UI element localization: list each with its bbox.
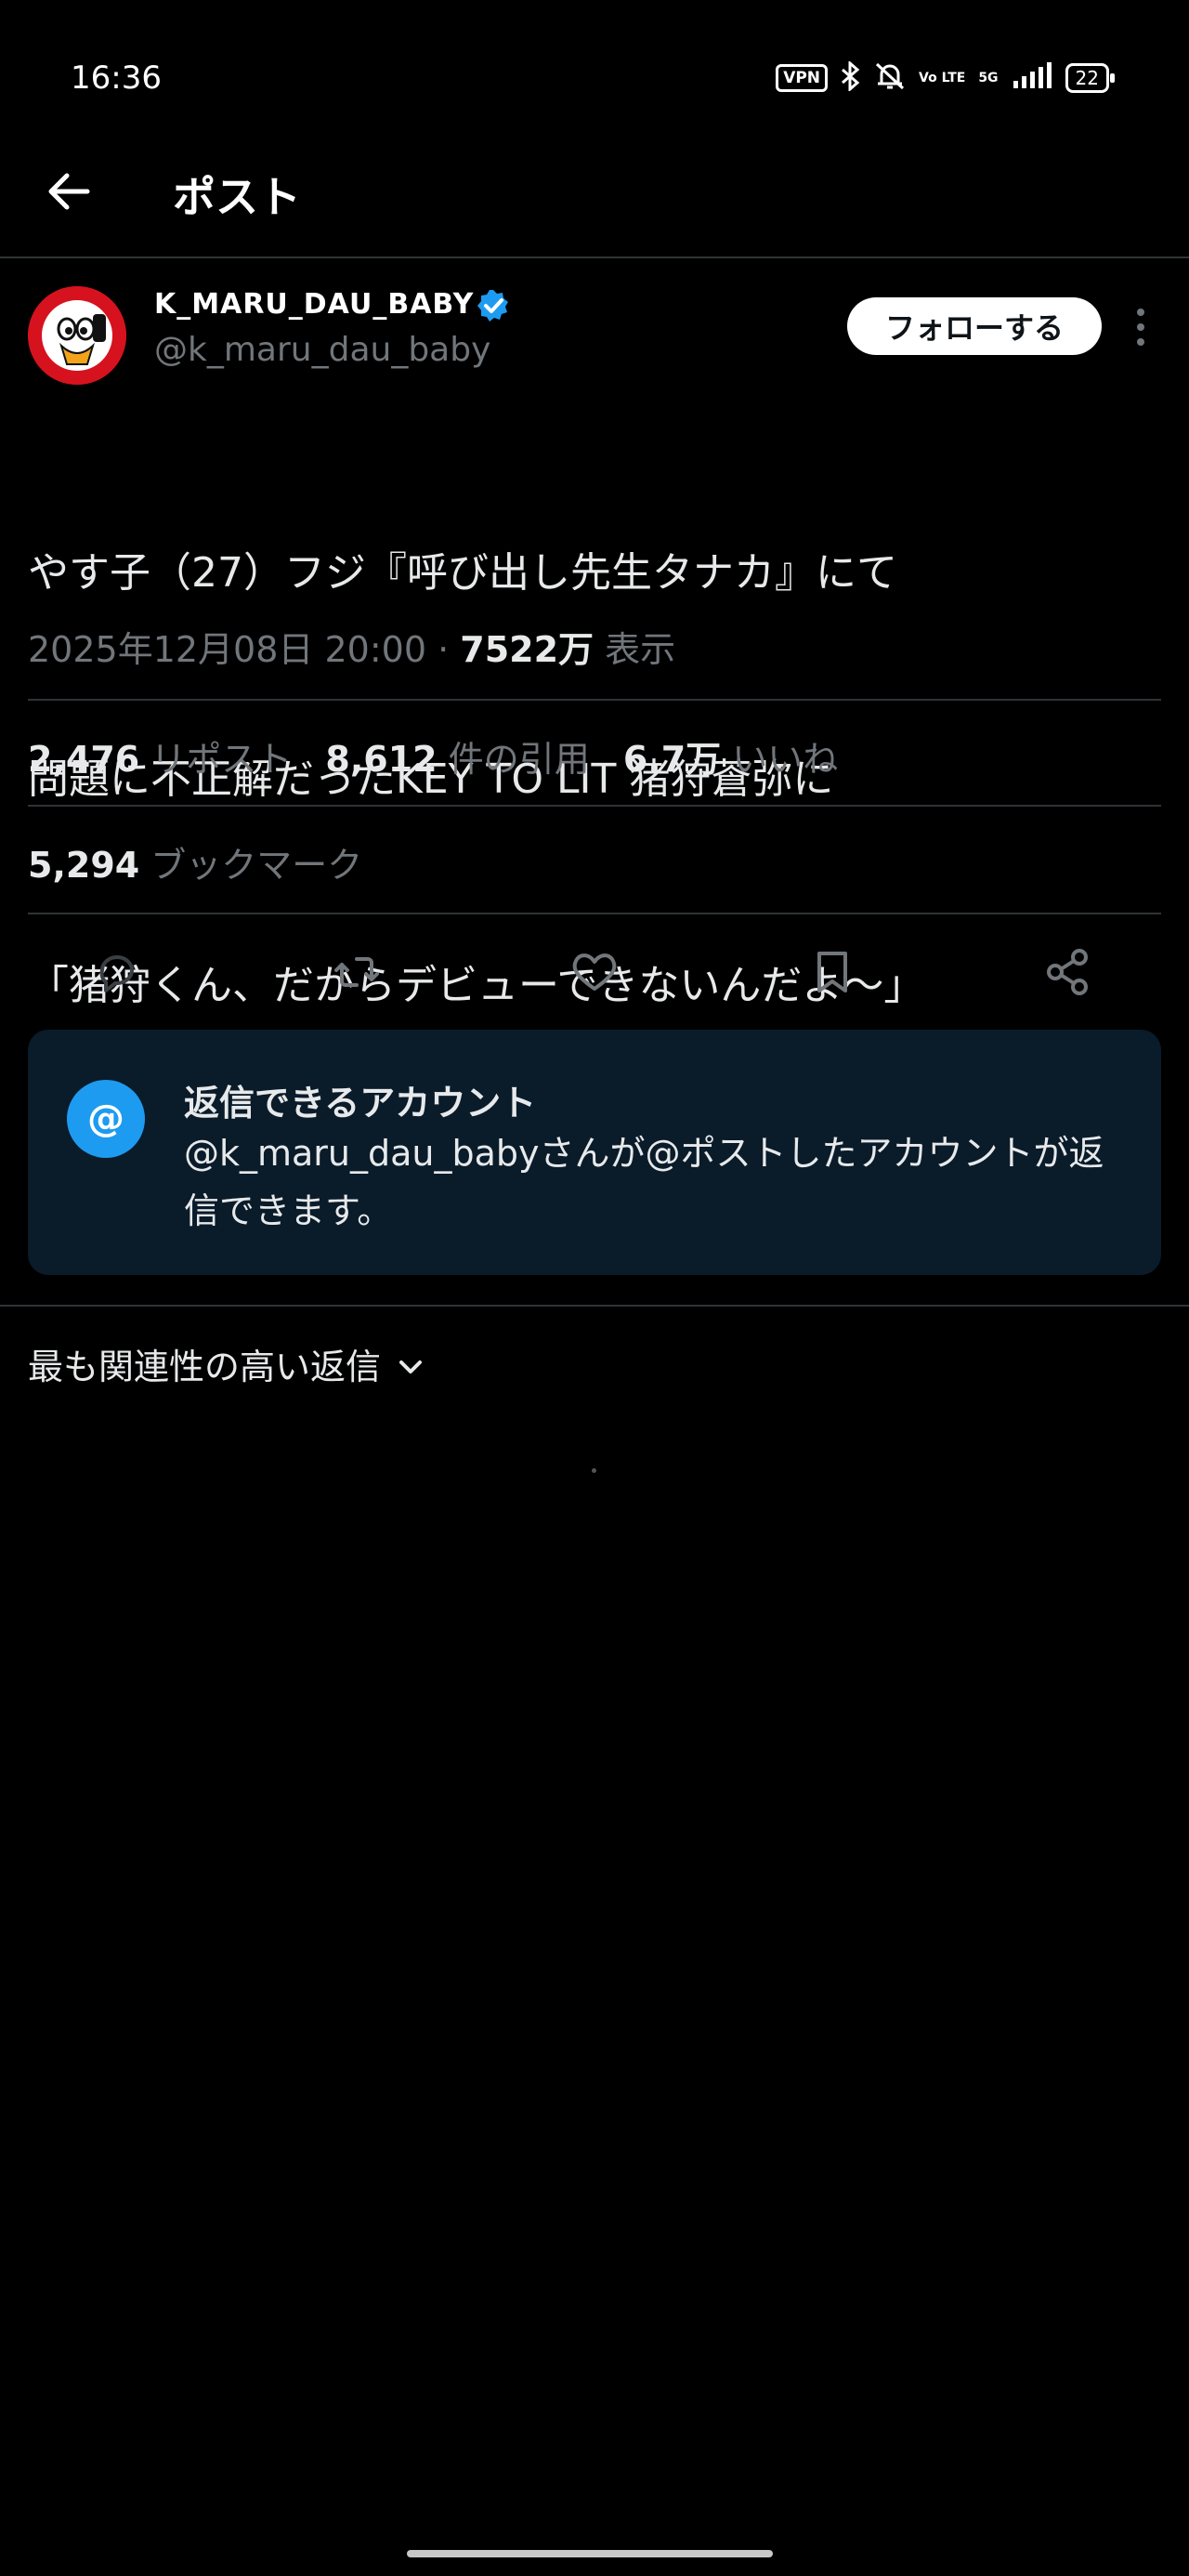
mute-icon — [874, 61, 906, 95]
home-indicator[interactable] — [407, 2550, 773, 2557]
status-icons: VPN Vo LTE 5G 22 — [776, 59, 1116, 95]
chevron-down-icon — [398, 1344, 424, 1385]
header-divider — [0, 256, 1189, 258]
display-name[interactable]: K_MARU_DAU_BABY — [154, 288, 474, 321]
bluetooth-icon — [841, 59, 861, 95]
views-label: 表示 — [605, 629, 676, 670]
battery-icon: 22 — [1065, 63, 1116, 93]
status-time: 16:36 — [71, 59, 162, 97]
like-icon[interactable] — [567, 944, 622, 1000]
at-sign-icon: @ — [67, 1080, 145, 1158]
reply-sort-label: 最も関連性の高い返信 — [28, 1347, 382, 1387]
more-options-icon[interactable] — [1131, 307, 1150, 348]
views-count: 7522万 — [460, 629, 594, 670]
reply-sort-dropdown[interactable]: 最も関連性の高い返信 — [28, 1338, 424, 1389]
bookmarks-divider — [28, 913, 1161, 914]
meta-divider — [28, 699, 1161, 701]
user-handle[interactable]: @k_maru_dau_baby — [154, 331, 490, 369]
bookmark-icon[interactable] — [804, 944, 860, 1000]
post-timestamp[interactable]: 2025年12月08日 20:00 — [28, 629, 426, 670]
signal-icon — [1012, 62, 1052, 94]
volte-icon: Vo LTE — [919, 71, 966, 85]
network-5g-icon: 5G — [978, 71, 999, 85]
post-meta: 2025年12月08日 20:00 · 7522万 表示 — [28, 621, 675, 672]
engagement-stats: 2,476 リポスト 8,612 件の引用 6.7万 いいね — [28, 730, 838, 782]
reposts-stat[interactable]: 2,476 リポスト — [28, 739, 292, 780]
reply-restriction-title: 返信できるアカウント — [184, 1083, 537, 1124]
reply-icon[interactable] — [89, 944, 145, 1000]
likes-stat[interactable]: 6.7万 いいね — [623, 739, 838, 780]
avatar[interactable] — [28, 286, 126, 385]
repost-icon[interactable] — [329, 944, 385, 1000]
replies-divider — [0, 1305, 1189, 1307]
post-text-line: やす子（27）フジ『呼び出し先生タナカ』にて — [28, 549, 897, 597]
loading-indicator — [592, 1468, 596, 1473]
bookmarks-stat[interactable]: 5,294 ブックマーク — [28, 836, 362, 887]
back-arrow-icon[interactable] — [45, 167, 93, 216]
follow-button[interactable]: フォローする — [847, 297, 1102, 355]
meta-separator: · — [438, 629, 450, 670]
quotes-stat[interactable]: 8,612 件の引用 — [325, 739, 589, 780]
share-icon[interactable] — [1040, 944, 1096, 1000]
vpn-icon: VPN — [776, 64, 829, 92]
reply-restriction-description: @k_maru_dau_babyさんが@ポストしたアカウントが返信できます。 — [184, 1133, 1104, 1231]
verified-badge-icon — [476, 288, 511, 323]
stats-divider — [28, 805, 1161, 807]
page-title: ポスト — [173, 172, 301, 222]
